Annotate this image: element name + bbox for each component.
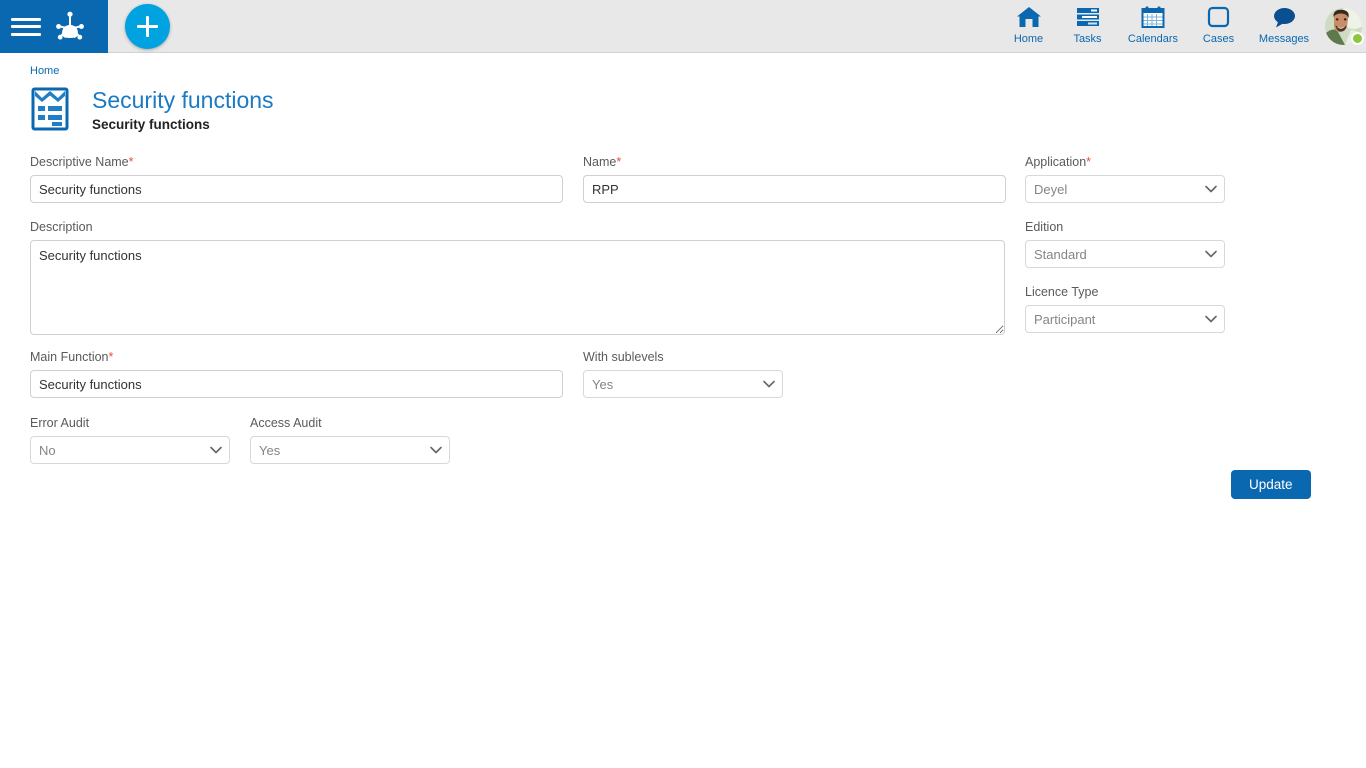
hamburger-menu-icon[interactable] <box>9 15 43 39</box>
calendar-icon <box>1141 4 1165 30</box>
label-access-audit: Access Audit <box>250 416 322 430</box>
cases-icon <box>1207 4 1230 30</box>
nav-label-cases: Cases <box>1202 33 1235 45</box>
nav-item-messages[interactable]: Messages <box>1248 0 1320 53</box>
plus-icon-vertical <box>146 16 149 37</box>
application-select[interactable]: Deyel <box>1025 175 1225 203</box>
label-description: Description <box>30 220 93 234</box>
label-edition: Edition <box>1025 220 1064 234</box>
field-application: Application* Deyel <box>1025 155 1225 203</box>
field-with-sublevels: With sublevels Yes <box>583 350 783 398</box>
topbar-brand-block <box>0 0 108 53</box>
nav-label-tasks: Tasks <box>1073 33 1102 45</box>
page-body: Home Security functions Security functio… <box>0 53 1366 499</box>
page-subtitle: Security functions <box>92 117 210 132</box>
nav-item-home[interactable]: Home <box>999 0 1058 53</box>
top-navigation-bar: Home Tasks Calendars Cases Messages <box>0 0 1366 53</box>
form-document-icon <box>30 87 70 131</box>
add-new-button[interactable] <box>125 4 170 49</box>
nav-label-home: Home <box>1013 33 1044 45</box>
label-descriptive-name: Descriptive Name* <box>30 155 134 169</box>
description-textarea[interactable]: Security functions <box>30 240 1005 335</box>
form-actions: Update <box>1231 470 1311 499</box>
field-error-audit: Error Audit No <box>30 416 230 464</box>
nav-item-cases[interactable]: Cases <box>1189 0 1248 53</box>
page-title-block: Security functions Security functions <box>92 87 274 133</box>
status-badge <box>1351 32 1364 45</box>
field-main-function: Main Function* <box>30 350 563 398</box>
descriptive-name-input[interactable] <box>30 175 563 203</box>
label-with-sublevels: With sublevels <box>583 350 664 364</box>
required-marker: * <box>1086 155 1092 169</box>
nav-item-tasks[interactable]: Tasks <box>1058 0 1117 53</box>
breadcrumb[interactable]: Home <box>30 53 59 77</box>
nav-label-messages: Messages <box>1258 33 1310 45</box>
required-marker: * <box>108 350 114 364</box>
field-edition: Edition Standard <box>1025 220 1225 268</box>
update-button[interactable]: Update <box>1231 470 1311 499</box>
field-description: Description Security functions <box>30 220 1005 335</box>
messages-icon <box>1272 4 1297 30</box>
main-function-input[interactable] <box>30 370 563 398</box>
page-header: Security functions Security functions <box>30 87 1336 133</box>
field-name: Name* <box>583 155 1006 203</box>
access-audit-select[interactable]: Yes <box>250 436 450 464</box>
error-audit-select[interactable]: No <box>30 436 230 464</box>
field-access-audit: Access Audit Yes <box>250 416 450 464</box>
nav-label-calendars: Calendars <box>1127 33 1179 45</box>
name-input[interactable] <box>583 175 1006 203</box>
home-icon <box>1016 4 1042 30</box>
licence-type-select[interactable]: Participant <box>1025 305 1225 333</box>
avatar[interactable] <box>1320 0 1366 53</box>
topbar-nav-group: Home Tasks Calendars Cases Messages <box>999 0 1366 53</box>
field-descriptive-name: Descriptive Name* <box>30 155 563 203</box>
label-licence-type: Licence Type <box>1025 285 1099 299</box>
nav-item-calendars[interactable]: Calendars <box>1117 0 1189 53</box>
with-sublevels-select[interactable]: Yes <box>583 370 783 398</box>
required-marker: * <box>128 155 134 169</box>
required-marker: * <box>616 155 622 169</box>
page-title: Security functions <box>92 87 274 113</box>
field-licence-type: Licence Type Participant <box>1025 285 1225 333</box>
label-main-function: Main Function* <box>30 350 114 364</box>
deyel-frog-logo-icon[interactable] <box>48 5 92 49</box>
edition-select[interactable]: Standard <box>1025 240 1225 268</box>
label-error-audit: Error Audit <box>30 416 90 430</box>
label-application: Application* <box>1025 155 1092 169</box>
label-name: Name* <box>583 155 622 169</box>
tasks-icon <box>1076 4 1100 30</box>
